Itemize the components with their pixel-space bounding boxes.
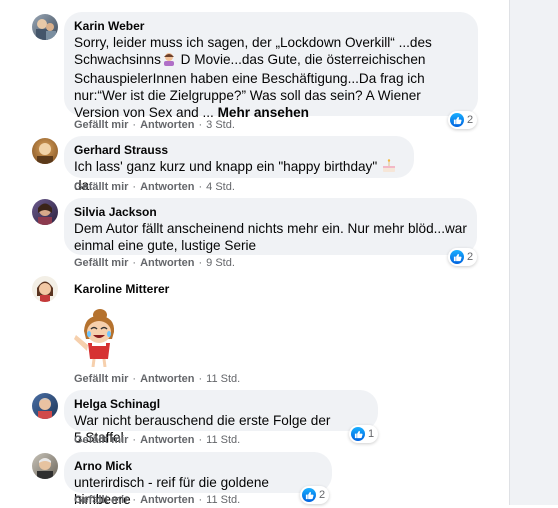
timestamp[interactable]: 3 Std. xyxy=(206,119,235,131)
comment-bubble: Helga Schinagl War nicht berauschend die… xyxy=(64,390,378,445)
separator: · xyxy=(132,257,137,269)
separator: · xyxy=(198,434,203,446)
comment-bubble: Karin Weber Sorry, leider muss ich sagen… xyxy=(64,12,478,120)
reaction-count: 2 xyxy=(467,251,474,263)
reaction-count-badge[interactable]: 2 xyxy=(300,486,330,504)
comment-author[interactable]: Karin Weber xyxy=(74,18,468,34)
like-button[interactable]: Gefällt mir xyxy=(74,119,128,131)
reply-button[interactable]: Antworten xyxy=(140,181,194,193)
separator: · xyxy=(132,181,137,193)
avatar[interactable] xyxy=(32,453,58,479)
comment-author[interactable]: Silvia Jackson xyxy=(74,204,467,220)
avatar[interactable] xyxy=(32,14,58,40)
comment-actions: Gefällt mir · Antworten · 4 Std. xyxy=(74,181,235,193)
separator: · xyxy=(132,434,137,446)
reaction-count-badge[interactable]: 2 xyxy=(448,248,478,266)
separator: · xyxy=(198,494,203,506)
reaction-count: 2 xyxy=(319,489,326,501)
reaction-count: 2 xyxy=(467,114,474,126)
timestamp[interactable]: 11 Std. xyxy=(206,494,240,506)
comment-bubble: Gerhard Strauss Ich lass' ganz kurz und … xyxy=(64,136,414,193)
reaction-count-badge[interactable]: 1 xyxy=(349,425,379,443)
comment-author[interactable]: Karoline Mitterer xyxy=(74,281,169,297)
comment-text: Dem Autor fällt anscheinend nichts mehr … xyxy=(74,221,467,253)
birthday-cake-emoji-icon xyxy=(381,159,397,177)
comment-actions: Gefällt mir · Antworten · 9 Std. xyxy=(74,257,235,269)
avatar[interactable] xyxy=(32,199,58,225)
like-thumb-icon xyxy=(302,488,316,502)
like-thumb-icon xyxy=(450,250,464,264)
like-button[interactable]: Gefällt mir xyxy=(74,434,128,446)
like-button[interactable]: Gefällt mir xyxy=(74,181,128,193)
comment-bubble: Silvia Jackson Dem Autor fällt anscheine… xyxy=(64,198,477,255)
right-sidebar-edge xyxy=(509,0,558,505)
timestamp[interactable]: 9 Std. xyxy=(206,257,235,269)
like-button[interactable]: Gefällt mir xyxy=(74,494,128,506)
reaction-count-badge[interactable]: 2 xyxy=(448,111,478,129)
separator: · xyxy=(198,181,203,193)
comment-text: Sorry, leider muss ich sagen, der „Lockd… xyxy=(74,34,468,121)
reply-button[interactable]: Antworten xyxy=(140,434,194,446)
separator: · xyxy=(198,257,203,269)
separator: · xyxy=(132,494,137,506)
timestamp[interactable]: 11 Std. xyxy=(206,373,240,385)
comment-actions: Gefällt mir · Antworten · 11 Std. xyxy=(74,373,240,385)
comment-author[interactable]: Helga Schinagl xyxy=(74,396,368,412)
comment-actions: Gefällt mir · Antworten · 11 Std. xyxy=(74,494,240,506)
reply-button[interactable]: Antworten xyxy=(140,494,194,506)
like-thumb-icon xyxy=(450,113,464,127)
reply-button[interactable]: Antworten xyxy=(140,119,194,131)
reaction-count: 1 xyxy=(368,428,375,440)
like-thumb-icon xyxy=(351,427,365,441)
comment-actions: Gefällt mir · Antworten · 3 Std. xyxy=(74,119,235,131)
facepalm-emoji-icon xyxy=(161,52,177,70)
timestamp[interactable]: 4 Std. xyxy=(206,181,235,193)
reply-button[interactable]: Antworten xyxy=(140,257,194,269)
comment-author[interactable]: Gerhard Strauss xyxy=(74,142,404,158)
comment-author[interactable]: Arno Mick xyxy=(74,458,322,474)
comment-bubble: Arno Mick unterirdisch - reif für die go… xyxy=(64,452,332,507)
timestamp[interactable]: 11 Std. xyxy=(206,434,240,446)
like-button[interactable]: Gefällt mir xyxy=(74,373,128,385)
see-more-link[interactable]: Mehr ansehen xyxy=(218,105,309,120)
separator: · xyxy=(132,119,137,131)
avatar[interactable] xyxy=(32,138,58,164)
crying-laughing-girl-sticker-icon[interactable] xyxy=(70,305,120,368)
separator: · xyxy=(198,119,203,131)
avatar[interactable] xyxy=(32,276,58,302)
reply-button[interactable]: Antworten xyxy=(140,373,194,385)
comment-actions: Gefällt mir · Antworten · 11 Std. xyxy=(74,434,240,446)
separator: · xyxy=(132,373,137,385)
like-button[interactable]: Gefällt mir xyxy=(74,257,128,269)
separator: · xyxy=(198,373,203,385)
avatar[interactable] xyxy=(32,393,58,419)
comment-text-part: Ich lass' ganz kurz und knapp ein "happy… xyxy=(74,159,381,174)
